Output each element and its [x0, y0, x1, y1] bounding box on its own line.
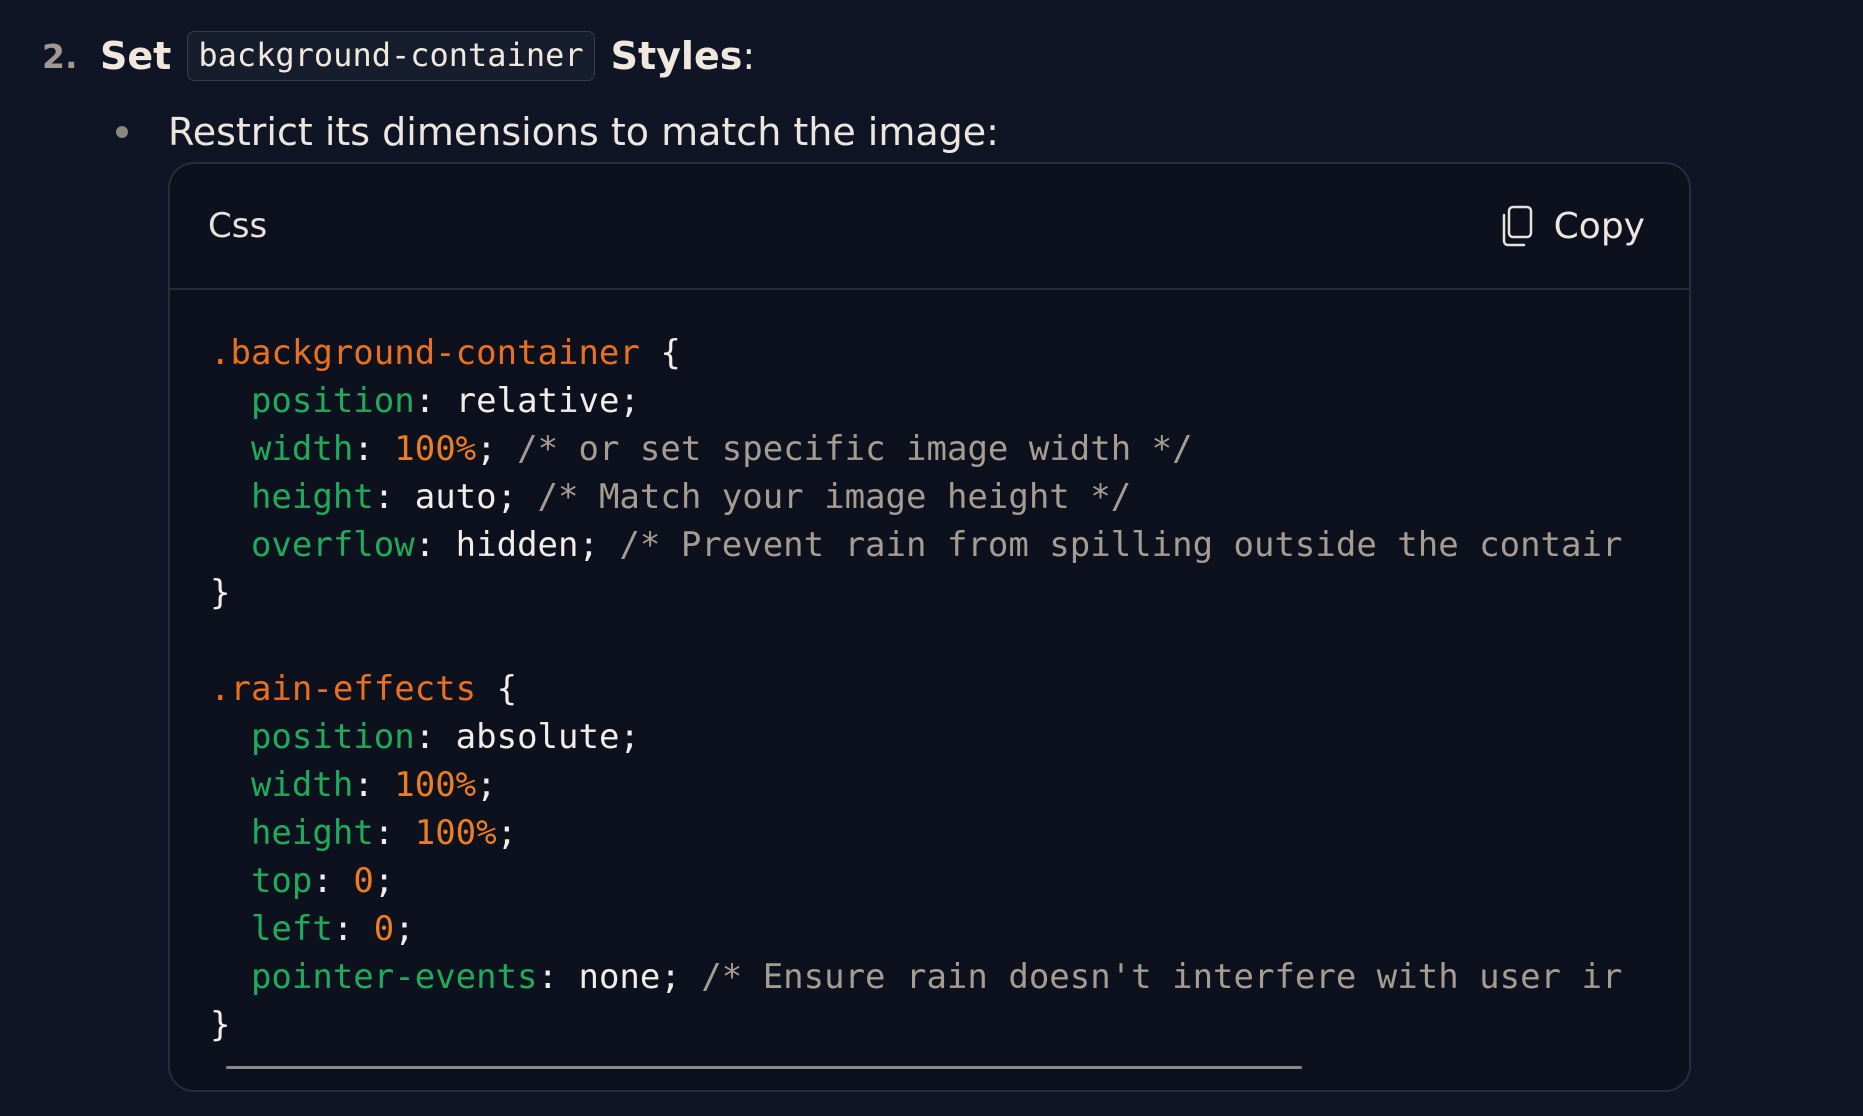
code-token: /* Match your image height */ — [537, 477, 1132, 517]
code-line: left: 0; — [210, 905, 1649, 953]
step-title-colon: : — [742, 34, 756, 78]
code-line: } — [210, 1001, 1649, 1049]
code-token: position — [250, 381, 415, 421]
code-token: height — [250, 477, 374, 517]
copy-button-label: Copy — [1553, 205, 1645, 247]
code-token: .background-container — [210, 333, 640, 373]
code-line: overflow: hidden; /* Prevent rain from s… — [210, 521, 1649, 569]
code-line: top: 0; — [210, 857, 1649, 905]
inline-code: background-container — [187, 31, 595, 81]
code-token: height — [250, 813, 374, 853]
code-content[interactable]: .background-container { position: relati… — [210, 329, 1649, 1049]
code-line: pointer-events: none; /* Ensure rain doe… — [210, 953, 1649, 1001]
step-title-prefix: Set — [100, 34, 172, 78]
code-block-header: Css Copy — [170, 164, 1689, 290]
code-token: width — [250, 429, 354, 469]
code-language-label: Css — [208, 206, 268, 246]
code-line: .background-container { — [210, 329, 1649, 377]
code-token: : — [332, 909, 374, 949]
code-token: 100% — [394, 765, 477, 805]
code-line: .rain-effects { — [210, 665, 1649, 713]
code-line: } — [210, 569, 1649, 617]
code-token: 100% — [414, 813, 497, 853]
code-token: width — [250, 765, 354, 805]
step-title: Set background-container Styles: — [100, 31, 755, 81]
code-token: : — [353, 429, 395, 469]
code-token: : — [373, 813, 415, 853]
code-line: width: 100%; /* or set specific image wi… — [210, 425, 1649, 473]
code-token: : absolute; — [414, 717, 640, 757]
copy-button[interactable]: Copy — [1500, 205, 1645, 247]
code-line: position: absolute; — [210, 713, 1649, 761]
step-number: 2. — [42, 36, 78, 76]
code-token: position — [250, 717, 415, 757]
code-token: 0 — [373, 909, 395, 949]
code-token: 100% — [394, 429, 477, 469]
code-token: ; — [496, 813, 518, 853]
code-line: width: 100%; — [210, 761, 1649, 809]
code-token: : — [353, 765, 395, 805]
bullet-item: Restrict its dimensions to match the ima… — [114, 104, 999, 160]
code-token: /* Prevent rain from spilling outside th… — [619, 525, 1623, 565]
code-token: left — [250, 909, 333, 949]
code-token: .rain-effects — [210, 669, 477, 709]
code-block: Css Copy .background-container { positio… — [168, 162, 1691, 1092]
copy-icon — [1502, 205, 1532, 247]
code-token: } — [210, 1005, 231, 1045]
code-token: { — [639, 333, 681, 373]
code-token: : relative; — [414, 381, 640, 421]
code-token: /* Ensure rain doesn't interfere with us… — [701, 957, 1623, 997]
code-token: ; — [373, 861, 395, 901]
code-token: top — [250, 861, 313, 901]
code-token: overflow — [250, 525, 415, 565]
code-line: position: relative; — [210, 377, 1649, 425]
bullet-dot — [116, 126, 128, 138]
code-token: } — [210, 573, 231, 613]
code-token: ; — [476, 765, 497, 805]
code-token: ; — [476, 429, 518, 469]
code-line: height: auto; /* Match your image height… — [210, 473, 1649, 521]
code-token: : — [312, 861, 354, 901]
code-token: : auto; — [373, 477, 538, 517]
code-token: /* or set specific image width */ — [517, 429, 1193, 469]
code-token: : none; — [537, 957, 702, 997]
code-token: pointer-events — [250, 957, 538, 997]
bullet-text: Restrict its dimensions to match the ima… — [168, 110, 999, 154]
step-title-suffix: Styles — [610, 34, 743, 78]
scrollbar-thumb[interactable] — [226, 1066, 1303, 1069]
step-heading: 2. Set background-container Styles: — [42, 30, 755, 82]
code-line: height: 100%; — [210, 809, 1649, 857]
code-token: 0 — [353, 861, 374, 901]
code-token: : hidden; — [414, 525, 620, 565]
code-text: .background-container { position: relati… — [210, 329, 1649, 1049]
code-token: { — [476, 669, 518, 709]
code-token: ; — [394, 909, 415, 949]
horizontal-scrollbar[interactable] — [226, 1066, 1633, 1072]
